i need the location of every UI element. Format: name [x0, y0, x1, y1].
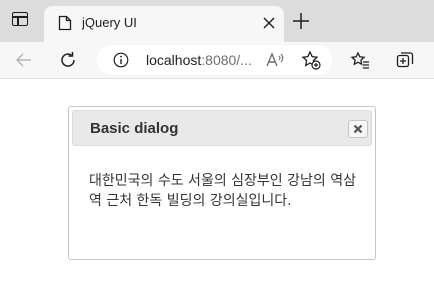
- close-tab-icon[interactable]: [262, 16, 276, 30]
- add-favorite-icon[interactable]: [301, 50, 321, 70]
- url-host: localhost: [146, 52, 202, 68]
- tab-title: jQuery UI: [82, 15, 137, 30]
- close-icon: [353, 124, 363, 134]
- info-icon[interactable]: [113, 52, 129, 68]
- dialog-title: Basic dialog: [90, 120, 179, 137]
- url-text: localhost:8080/...: [146, 52, 252, 68]
- browser-toolbar: localhost:8080/...: [0, 42, 434, 79]
- url-port-path: :8080/...: [201, 52, 252, 68]
- back-arrow-icon[interactable]: [14, 50, 34, 70]
- page-icon: [58, 15, 72, 31]
- tab-strip: jQuery UI: [0, 0, 434, 42]
- tab-jquery-ui[interactable]: jQuery UI: [44, 6, 284, 42]
- dialog-close-button[interactable]: [348, 120, 368, 138]
- tab-actions-icon[interactable]: [12, 12, 28, 26]
- address-bar[interactable]: localhost:8080/...: [97, 45, 332, 75]
- dialog-titlebar[interactable]: Basic dialog: [72, 110, 372, 146]
- dialog-content: 대한민국의 수도 서울의 심장부인 강남의 역삼역 근처 한독 빌딩의 강의실입…: [89, 173, 356, 209]
- read-aloud-icon[interactable]: [265, 50, 285, 70]
- basic-dialog: Basic dialog 대한민국의 수도 서울의 심장부인 강남의 역삼역 근…: [68, 106, 376, 260]
- new-tab-icon[interactable]: [292, 12, 310, 30]
- collections-icon[interactable]: [395, 50, 415, 70]
- favorites-icon[interactable]: [350, 50, 370, 70]
- refresh-icon[interactable]: [58, 50, 78, 70]
